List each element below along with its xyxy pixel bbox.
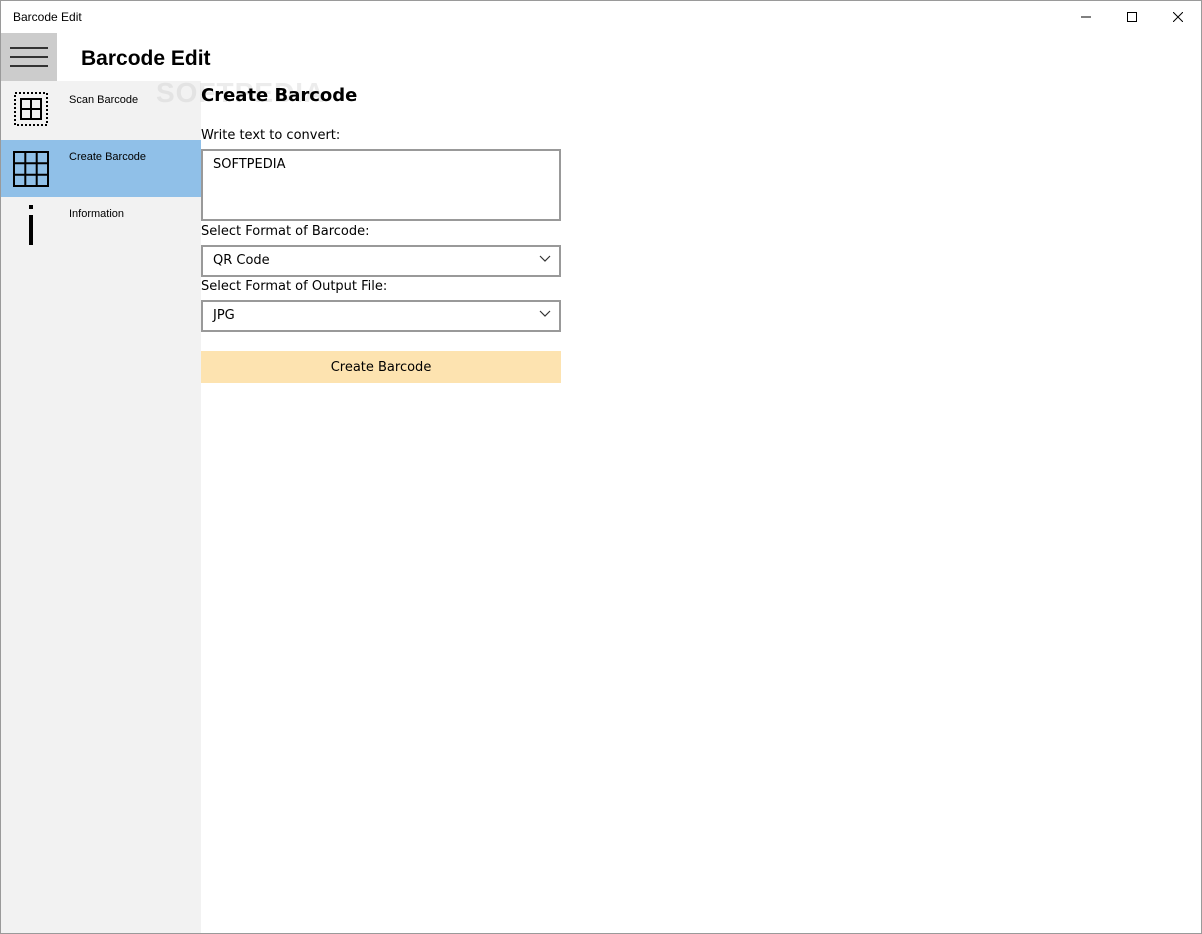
hamburger-menu-icon bbox=[10, 47, 48, 67]
app-window: Barcode Edit Barcode Edit Scan Barcode C… bbox=[0, 0, 1202, 934]
text-to-convert-value: SOFTPEDIA bbox=[213, 157, 286, 172]
minimize-icon bbox=[1081, 16, 1091, 18]
output-format-label: Select Format of Output File: bbox=[201, 279, 388, 294]
create-barcode-button[interactable]: Create Barcode bbox=[201, 351, 561, 383]
sidebar-item-label: Create Barcode bbox=[69, 151, 147, 163]
sidebar-item-information[interactable]: Information bbox=[1, 197, 201, 254]
barcode-format-select[interactable]: QR Code bbox=[201, 245, 561, 277]
title-bar: Barcode Edit bbox=[1, 1, 1201, 33]
window-title: Barcode Edit bbox=[13, 10, 82, 24]
maximize-button[interactable] bbox=[1109, 1, 1155, 33]
sidebar: Scan Barcode Create Barcode Information bbox=[1, 81, 201, 933]
close-button[interactable] bbox=[1155, 1, 1201, 33]
page-title: Create Barcode bbox=[201, 85, 358, 106]
sidebar-item-label: Information bbox=[69, 208, 125, 220]
info-icon bbox=[29, 205, 33, 245]
barcode-format-label: Select Format of Barcode: bbox=[201, 224, 370, 239]
output-format-value: JPG bbox=[213, 308, 235, 323]
maximize-icon bbox=[1127, 12, 1137, 22]
barcode-format-value: QR Code bbox=[213, 253, 270, 268]
text-input-label: Write text to convert: bbox=[201, 128, 341, 143]
grid-barcode-icon bbox=[13, 151, 49, 187]
output-format-select[interactable]: JPG bbox=[201, 300, 561, 332]
chevron-down-icon bbox=[539, 255, 551, 262]
sidebar-item-label: Scan Barcode bbox=[69, 94, 139, 106]
minimize-button[interactable] bbox=[1063, 1, 1109, 33]
sidebar-item-create-barcode[interactable]: Create Barcode bbox=[1, 140, 201, 197]
chevron-down-icon bbox=[539, 310, 551, 317]
scan-barcode-icon bbox=[14, 92, 48, 126]
close-icon bbox=[1173, 12, 1183, 22]
app-title: Barcode Edit bbox=[81, 47, 211, 70]
text-to-convert-input[interactable]: SOFTPEDIA bbox=[201, 149, 561, 221]
hamburger-menu-button[interactable] bbox=[1, 33, 57, 81]
